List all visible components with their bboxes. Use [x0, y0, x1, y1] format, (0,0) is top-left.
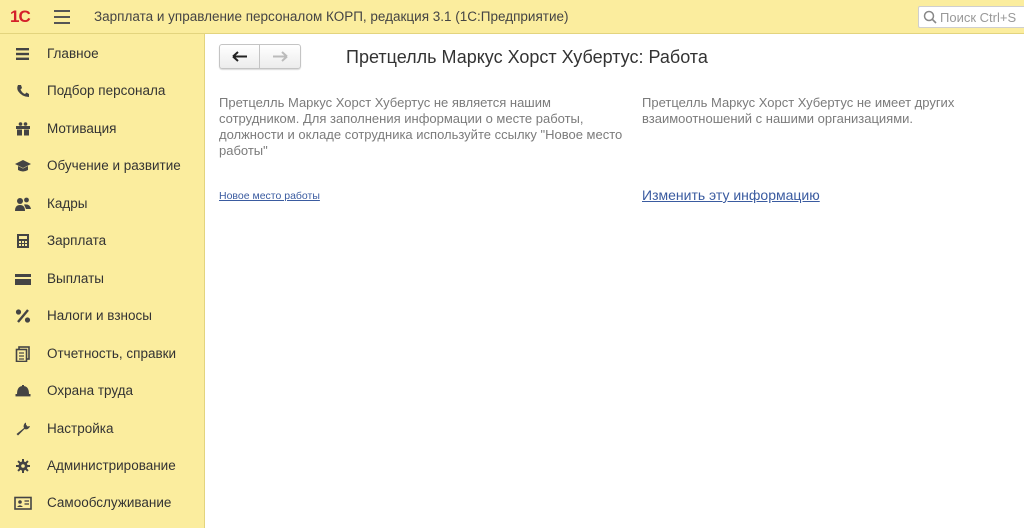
change-info-link[interactable]: Изменить эту информацию — [642, 187, 820, 203]
sidebar-item-settings[interactable]: Настройка — [0, 411, 205, 447]
gear-icon — [16, 459, 30, 473]
percent-icon — [15, 309, 31, 323]
documents-icon — [15, 346, 30, 362]
sidebar-item-payments[interactable]: Выплаты — [0, 261, 205, 297]
sidebar-item-main[interactable]: Главное — [0, 36, 205, 72]
forward-button[interactable] — [260, 45, 300, 68]
sidebar-item-label: Зарплата — [47, 233, 107, 248]
sidebar-item-training[interactable]: Обучение и развитие — [0, 148, 205, 184]
arrow-right-icon — [273, 51, 288, 62]
search-placeholder: Поиск Ctrl+S — [940, 10, 1017, 25]
sidebar-item-salary[interactable]: Зарплата — [0, 223, 205, 259]
back-button[interactable] — [220, 45, 260, 68]
app-logo[interactable]: 1С — [10, 7, 31, 27]
sidebar: Главное Подбор персонала Мотивация Обуче… — [0, 34, 205, 528]
sidebar-item-personnel[interactable]: Кадры — [0, 186, 205, 222]
sidebar-item-label: Обучение и развитие — [47, 158, 181, 173]
calculator-icon — [17, 234, 29, 248]
app-title: Зарплата и управление персоналом КОРП, р… — [94, 9, 569, 24]
sidebar-item-label: Отчетность, справки — [47, 346, 177, 361]
graduation-cap-icon — [15, 160, 31, 172]
sidebar-item-label: Охрана труда — [47, 383, 134, 398]
sidebar-item-labor-safety[interactable]: Охрана труда — [0, 373, 205, 409]
sidebar-item-reports[interactable]: Отчетность, справки — [0, 336, 205, 372]
sidebar-item-label: Налоги и взносы — [47, 308, 152, 323]
sidebar-item-label: Подбор персонала — [47, 83, 166, 98]
arrow-left-icon — [232, 51, 247, 62]
search-input[interactable]: Поиск Ctrl+S — [918, 6, 1024, 28]
sidebar-item-recruitment[interactable]: Подбор персонала — [0, 73, 205, 109]
hamburger-menu-icon[interactable] — [54, 10, 70, 24]
sidebar-item-motivation[interactable]: Мотивация — [0, 111, 205, 147]
people-icon — [15, 197, 31, 211]
gift-icon — [16, 122, 30, 136]
sidebar-item-label: Выплаты — [47, 271, 104, 286]
wrench-icon — [16, 422, 30, 436]
history-navigation — [219, 44, 301, 69]
new-job-link[interactable]: Новое место работы — [219, 190, 320, 202]
sidebar-item-label: Кадры — [47, 196, 88, 211]
sidebar-item-label: Главное — [47, 46, 99, 61]
title-bar: 1С Зарплата и управление персоналом КОРП… — [0, 0, 1024, 34]
id-card-icon — [14, 496, 32, 510]
helmet-icon — [15, 385, 31, 397]
wallet-icon — [15, 274, 31, 285]
search-icon — [923, 10, 937, 24]
main-content: Претцелль Маркус Хорст Хубертус: Работа … — [206, 34, 1024, 528]
sidebar-item-administration[interactable]: Администрирование — [0, 448, 205, 484]
sidebar-item-self-service[interactable]: Самообслуживание — [0, 485, 205, 521]
sidebar-item-label: Мотивация — [47, 121, 117, 136]
phone-icon — [17, 85, 29, 97]
sidebar-item-label: Самообслуживание — [47, 495, 172, 510]
sidebar-item-label: Настройка — [47, 421, 114, 436]
page-title: Претцелль Маркус Хорст Хубертус: Работа — [346, 47, 708, 67]
sidebar-item-label: Администрирование — [47, 458, 176, 473]
list-icon — [16, 48, 29, 60]
sidebar-item-taxes[interactable]: Налоги и взносы — [0, 298, 205, 334]
no-relations-message: Претцелль Маркус Хорст Хубертус не имеет… — [642, 95, 955, 126]
not-employee-message: Претцелль Маркус Хорст Хубертус не являе… — [219, 95, 623, 158]
